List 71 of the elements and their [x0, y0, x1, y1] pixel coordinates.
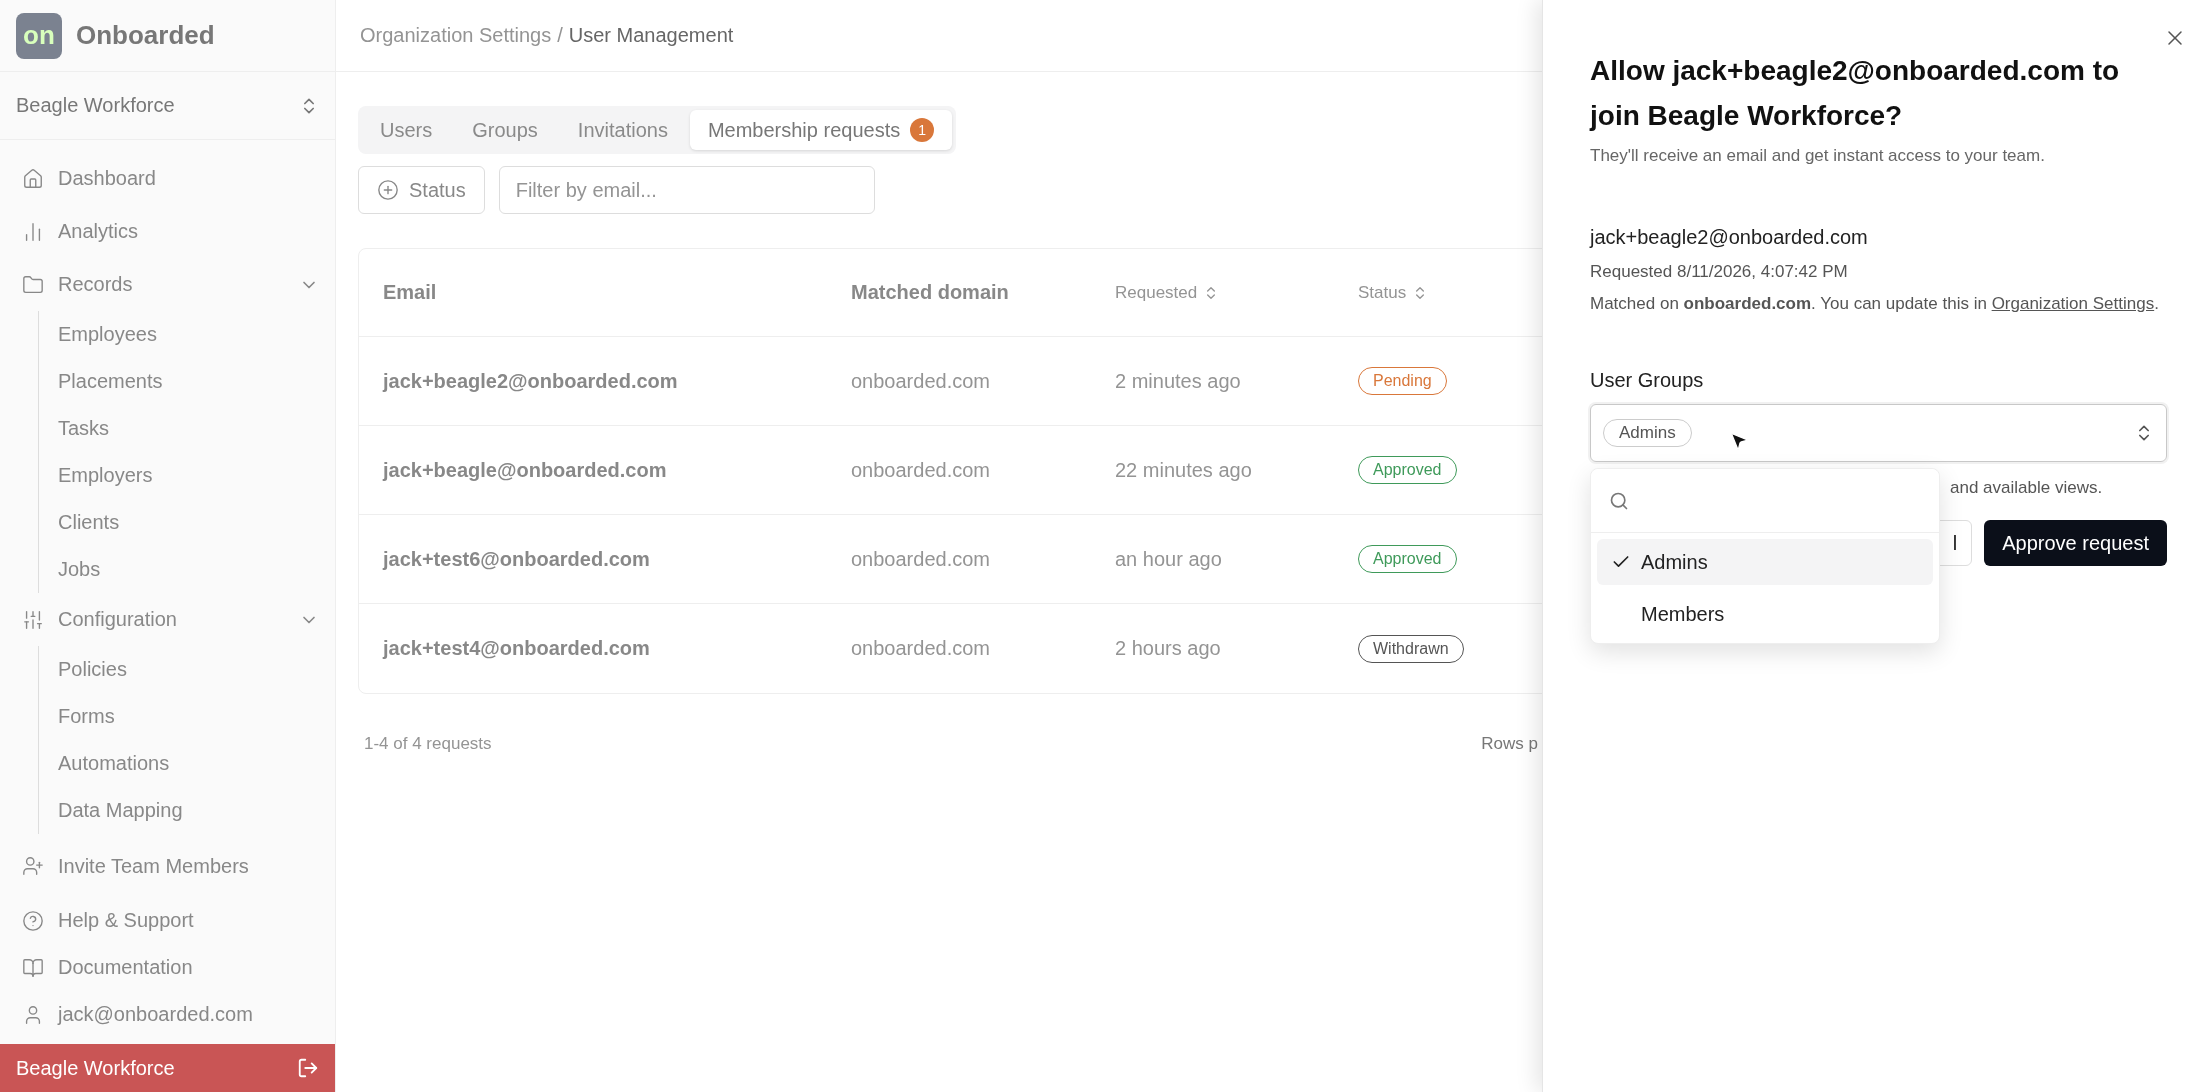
status-filter-button[interactable]: Status [358, 166, 485, 214]
sidebar-subitem[interactable]: Placements [39, 358, 319, 405]
sidebar-item[interactable]: Help & Support [16, 897, 319, 944]
book-icon [22, 956, 44, 979]
sidebar-subitem[interactable]: Employees [39, 311, 319, 358]
user-plus-icon [22, 855, 44, 877]
table-cell-text: 2 hours ago [1115, 637, 1222, 660]
tab[interactable]: Invitations [559, 110, 686, 150]
organization-settings-link[interactable]: Organization Settings [1991, 294, 2155, 313]
requester-email: jack+beagle2@onboarded.com [1590, 226, 1869, 249]
sidebar-subitem[interactable]: Policies [39, 646, 319, 693]
logout-icon [297, 1057, 319, 1079]
sidebar-subitem[interactable]: Automations [39, 740, 319, 787]
logo-mark: on [16, 12, 62, 59]
column-header[interactable]: Requested [1115, 282, 1358, 303]
workspace-selector[interactable]: Beagle Workforce [0, 72, 335, 140]
organization-bar[interactable]: Beagle Workforce [0, 1044, 335, 1092]
breadcrumb-item[interactable]: Organization Settings [360, 24, 552, 47]
table-cell-text: jack+beagle@onboarded.com [383, 458, 668, 482]
sidebar-subitem[interactable]: Jobs [39, 546, 319, 593]
user-groups-label: User Groups [1590, 369, 1705, 392]
user-groups-select[interactable]: Admins [1590, 404, 2167, 462]
table-cell-text: onboarded.com [851, 458, 991, 482]
folder-icon [22, 273, 44, 296]
sheet-subtitle: They'll receive an email and get instant access to your team. [1590, 146, 2046, 166]
group-search-field[interactable] [1591, 469, 1939, 533]
email-filter-field[interactable]: Filter by email... [498, 166, 875, 214]
sidebar-subitem[interactable]: Data Mapping [39, 787, 319, 834]
house-icon [22, 167, 44, 190]
sidebar-item[interactable]: Configuration [16, 593, 319, 646]
sidebar-subitem[interactable]: Forms [39, 693, 319, 740]
count-badge: 1 [910, 118, 935, 142]
matched-domain-text: Matched on onboarded.com. You can update this in Organization Settings. [1590, 293, 2160, 315]
tab[interactable]: Membership requests 1 [689, 110, 953, 150]
table-cell-text: jack+test6@onboarded.com [383, 547, 651, 571]
rows-per-page-label: Rows p [1481, 734, 1538, 754]
column-header: Email [383, 281, 438, 304]
table-cell-text: onboarded.com [851, 547, 991, 571]
tab[interactable]: Users [362, 110, 451, 150]
sheet-title: Allow jack+beagle2@onboarded.com to join Beagle Workforce? [1590, 54, 2121, 133]
sidebar-subitem[interactable]: Employers [39, 452, 319, 499]
sidebar-subitem[interactable]: Tasks [39, 405, 319, 452]
table-cell-text: onboarded.com [851, 637, 991, 660]
table-cell-text: jack+test4@onboarded.com [383, 637, 651, 660]
sidebar-item[interactable]: Analytics [16, 205, 319, 258]
requested-date: Requested 8/11/2026, 4:07:42 PM [1590, 261, 1849, 283]
plus-circle-icon [377, 179, 399, 201]
sidebar-item[interactable]: Dashboard [16, 152, 319, 205]
search-icon [1609, 491, 1629, 511]
app-name: Onboarded [76, 20, 215, 51]
sidebar-subitem[interactable]: Clients [39, 499, 319, 546]
table-cell-text: 2 minutes ago [1115, 369, 1242, 393]
sidebar-item[interactable]: Records [16, 258, 319, 311]
table-cell-text: an hour ago [1115, 547, 1223, 571]
column-header: Matched domain [851, 281, 1010, 304]
sidebar-item[interactable]: Documentation [16, 944, 319, 991]
group-option[interactable]: Members [1597, 591, 1933, 637]
row-count: 1-4 of 4 requests [364, 734, 492, 754]
group-option[interactable]: Admins [1597, 539, 1933, 585]
helper-text: and available views. [1949, 478, 2104, 498]
table-cell-text: 22 minutes ago [1115, 458, 1253, 482]
help-icon [22, 909, 44, 932]
tab[interactable]: Groups [454, 110, 556, 150]
table-cell-text: onboarded.com [851, 369, 991, 393]
breadcrumb-item: User Management [568, 24, 734, 47]
sidebar-item[interactable]: Invite Team Members [16, 835, 319, 897]
table-cell-text: jack+beagle2@onboarded.com [383, 369, 679, 393]
approve-button[interactable]: Approve request [1984, 520, 2167, 566]
breadcrumb-separator: / [557, 24, 563, 47]
sidebar-item[interactable]: jack@onboarded.com [16, 991, 319, 1038]
sliders-icon [22, 608, 44, 631]
